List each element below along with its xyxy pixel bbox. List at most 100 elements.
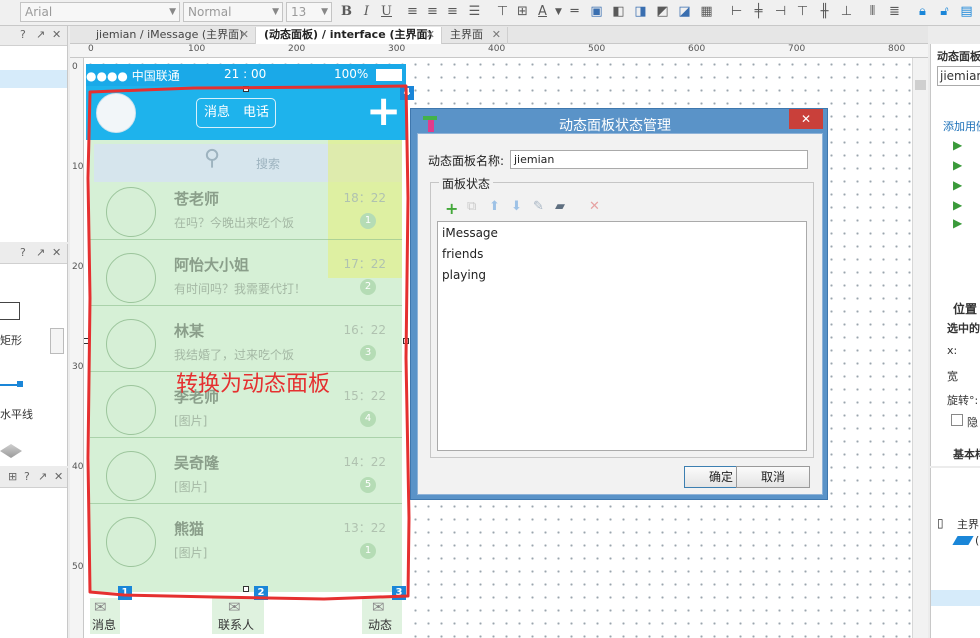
tab-imessage[interactable]: jiemian / iMessage (主界面) ✕ — [70, 27, 256, 44]
selected-page-row[interactable] — [0, 70, 67, 88]
chevron-down-icon: ▼ — [169, 7, 176, 17]
close-icon[interactable]: ✕ — [52, 28, 61, 41]
event-icon: ▶ — [953, 158, 963, 172]
panel-name-label: 动态面板名称: — [428, 154, 505, 168]
event-icon: ▶ — [953, 178, 963, 192]
layers-widget-icon[interactable] — [0, 444, 22, 458]
help-icon[interactable]: ? — [20, 28, 26, 41]
group-icon[interactable]: ◩ — [654, 3, 671, 21]
tab-label: (动态面板) / interface (主界面) — [264, 28, 433, 41]
text-top-icon[interactable]: ⊤ — [494, 3, 511, 21]
edit-state-icon[interactable]: ✎ — [533, 199, 544, 214]
close-icon[interactable]: ✕ — [240, 27, 249, 43]
delete-state-icon[interactable]: ✕ — [589, 199, 600, 214]
lock-icon[interactable]: 🔒︎ — [914, 3, 931, 21]
scroll-thumb[interactable] — [915, 80, 926, 90]
align-center-objects-icon[interactable]: ╪ — [750, 3, 767, 21]
rectangle-widget[interactable] — [0, 302, 20, 320]
move-up-icon[interactable]: ⬆ — [489, 199, 500, 214]
ungroup-icon[interactable]: ◪ — [676, 3, 693, 21]
bold-button[interactable]: B — [338, 3, 355, 21]
chevron-down-icon[interactable]: ▼ — [550, 3, 567, 21]
add-master-icon[interactable]: ⊞ — [8, 470, 17, 483]
arrange-icon[interactable]: ▤ — [958, 3, 975, 21]
pages-panel: ? ↗ ✕ — [0, 26, 68, 242]
dialog-close-button[interactable]: ✕ — [789, 109, 823, 129]
tab-interface[interactable]: (动态面板) / interface (主界面) ✕ — [256, 27, 442, 44]
event-icon: ▶ — [953, 138, 963, 152]
align-left-icon[interactable]: ≡ — [404, 3, 421, 21]
hide-checkbox[interactable] — [951, 414, 963, 426]
ruler-tick: 200 — [72, 262, 84, 272]
ruler-tick: 100 — [188, 44, 206, 54]
panel-scrollbar[interactable] — [50, 328, 64, 354]
italic-button[interactable]: I — [358, 3, 375, 21]
align-right-icon[interactable]: ≡ — [444, 3, 461, 21]
add-use-case-link[interactable]: 添加用例 — [943, 118, 980, 134]
duplicate-state-icon[interactable]: ⧉ — [467, 199, 476, 214]
add-state-icon[interactable]: + — [445, 199, 458, 218]
x-label: x: — [947, 344, 958, 357]
distribute-horizontal-icon[interactable]: ⫴ — [864, 3, 881, 21]
distribute-vertical-icon[interactable]: ≣ — [886, 3, 903, 21]
line-style-icon[interactable]: ═ — [566, 3, 583, 21]
unlock-icon[interactable]: 🔓︎ — [936, 3, 953, 21]
format-toolbar: Arial ▼ Normal ▼ 13 ▼ B I U ≡ ≡ ≡ ☰ ⊤ ⊞ … — [0, 0, 980, 26]
width-label: 宽 — [947, 370, 958, 383]
panel-name-input[interactable]: jiemian — [510, 150, 808, 169]
chevron-down-icon: ▼ — [321, 7, 328, 17]
close-icon[interactable]: ✕ — [492, 27, 501, 43]
state-item-imessage[interactable]: iMessage — [442, 226, 498, 240]
help-icon[interactable]: ? — [20, 246, 26, 259]
horizontal-line-widget[interactable] — [0, 384, 18, 386]
bring-front-icon[interactable]: ◧ — [610, 3, 627, 21]
help-icon[interactable]: ? — [24, 470, 30, 483]
font-family-select[interactable]: Arial ▼ — [20, 2, 180, 22]
state-item-playing[interactable]: playing — [442, 268, 486, 282]
align-middle-objects-icon[interactable]: ╫ — [816, 3, 833, 21]
align-left-objects-icon[interactable]: ⊢ — [728, 3, 745, 21]
ruler-tick: 100 — [72, 162, 84, 172]
layer-icon[interactable]: ▦ — [698, 3, 715, 21]
edit-all-states-icon[interactable]: ▰ — [555, 199, 565, 214]
panel-name-field[interactable]: jiemian — [937, 66, 980, 86]
ruler-tick: 500 — [588, 44, 606, 54]
masters-panel: ⊞ ? ↗ ✕ — [0, 468, 68, 638]
close-icon[interactable]: ✕ — [52, 246, 61, 259]
align-bottom-objects-icon[interactable]: ⊥ — [838, 3, 855, 21]
list-icon[interactable]: ☰ — [466, 3, 483, 21]
font-color-icon[interactable]: A — [534, 3, 551, 21]
move-down-icon[interactable]: ⬇ — [511, 199, 522, 214]
canvas-vertical-scrollbar[interactable] — [912, 58, 928, 638]
align-right-objects-icon[interactable]: ⊣ — [772, 3, 789, 21]
ruler-tick: 600 — [688, 44, 706, 54]
outline-root[interactable]: 主界 — [957, 516, 979, 532]
align-object-icon[interactable]: ▣ — [588, 3, 605, 21]
outline-selected-row[interactable] — [931, 590, 980, 606]
pin-icon[interactable]: ↗ — [36, 28, 45, 41]
vertical-ruler: 0 100 200 300 400 500 — [70, 58, 84, 638]
pin-icon[interactable]: ↗ — [38, 470, 47, 483]
pin-icon[interactable]: ↗ — [36, 246, 45, 259]
ruler-tick: 500 — [72, 562, 84, 572]
properties-panel: 位置 选中的 x: 宽 旋转°: 隐 基本样 — [930, 244, 980, 466]
align-center-icon[interactable]: ≡ — [424, 3, 441, 21]
tab-main[interactable]: 主界面 ✕ — [442, 27, 508, 44]
close-icon[interactable]: ✕ — [54, 470, 63, 483]
outline-child[interactable]: ( — [975, 534, 979, 547]
font-style-select[interactable]: Normal ▼ — [183, 2, 283, 22]
underline-button[interactable]: U — [378, 3, 395, 21]
close-icon[interactable]: ✕ — [426, 27, 435, 43]
font-family-value: Arial — [25, 5, 53, 19]
cancel-button[interactable]: 取消 — [736, 466, 810, 488]
align-top-objects-icon[interactable]: ⊤ — [794, 3, 811, 21]
ruler-tick: 400 — [72, 462, 84, 472]
font-size-select[interactable]: 13 ▼ — [286, 2, 332, 22]
tab-label: 主界面 — [450, 28, 483, 41]
text-middle-icon[interactable]: ⊞ — [514, 3, 531, 21]
panel-states-group: 面板状态 + ⧉ ⬆ ⬇ ✎ ▰ ✕ iMessage friends play… — [430, 175, 814, 458]
state-item-friends[interactable]: friends — [442, 247, 483, 261]
panel-header: ? ↗ ✕ — [0, 26, 67, 46]
interactions-panel: 动态面板 jiemian 添加用例 ▶ ▶ ▶ ▶ ▶ — [930, 44, 980, 244]
send-back-icon[interactable]: ◨ — [632, 3, 649, 21]
